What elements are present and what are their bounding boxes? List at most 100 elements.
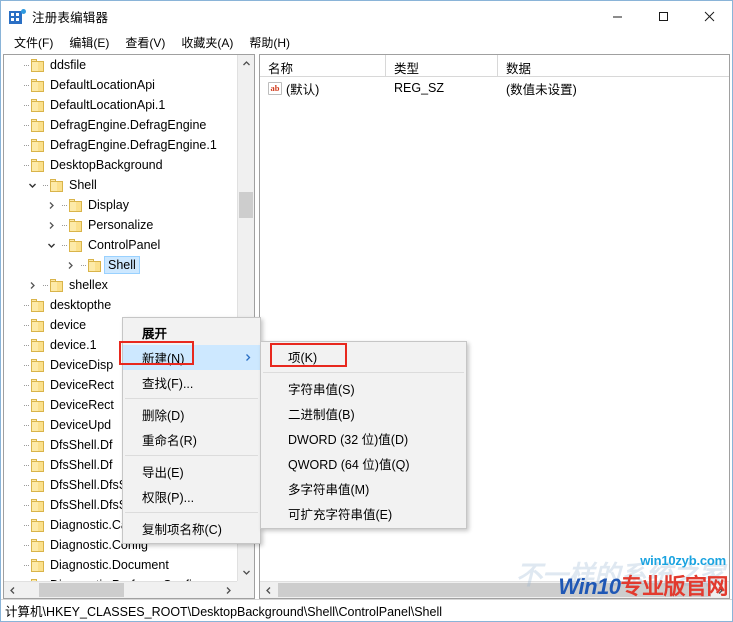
folder-icon — [31, 458, 45, 472]
context-menu-item[interactable]: 展开 — [123, 320, 260, 345]
folder-icon — [31, 318, 45, 332]
menu-edit[interactable]: 编辑(E) — [62, 32, 118, 54]
tree-item[interactable]: DefragEngine.DefragEngine — [4, 115, 237, 135]
value-row[interactable]: ab (默认) REG_SZ (数值未设置) — [260, 77, 729, 99]
values-scroll-left-arrow[interactable] — [260, 582, 277, 598]
folder-icon — [69, 198, 83, 212]
tree-item[interactable]: shellex — [4, 275, 237, 295]
tree-expander-spacer — [6, 55, 21, 75]
tree-item[interactable]: DefragEngine.DefragEngine.1 — [4, 135, 237, 155]
chevron-right-icon[interactable] — [63, 255, 78, 275]
context-menu-item[interactable]: 权限(P)... — [123, 484, 260, 509]
tree-connector — [21, 535, 31, 555]
context-menu-item[interactable]: 查找(F)... — [123, 370, 260, 395]
new-submenu[interactable]: 项(K) 字符串值(S) 二进制值(B) DWORD (32 位)值(D) QWORD … — [260, 341, 467, 529]
chevron-right-icon[interactable] — [44, 195, 59, 215]
tree-connector — [40, 175, 50, 195]
tree-item[interactable]: ddsfile — [4, 55, 237, 75]
tree-item[interactable]: Shell — [4, 175, 237, 195]
context-menu-item[interactable]: 复制项名称(C) — [123, 516, 260, 541]
menu-view[interactable]: 查看(V) — [118, 32, 174, 54]
tree-connector — [59, 195, 69, 215]
tree-connector — [21, 435, 31, 455]
tree-item-label: DfsShell.Df — [50, 438, 113, 452]
value-name-text: (默认) — [286, 82, 320, 97]
tree-horizontal-scrollbar[interactable] — [4, 581, 237, 598]
tree-connector — [21, 295, 31, 315]
main-content: ddsfile DefaultLocationApi DefaultLocation… — [1, 54, 732, 599]
menu-bar: 文件(F) 编辑(E) 查看(V) 收藏夹(A) 帮助(H) — [1, 32, 732, 54]
context-menu[interactable]: 展开新建(N) 查找(F)... 删除(D) 重命名(R) 导出(E) 权限(P)... 复… — [122, 317, 261, 544]
submenu-item[interactable]: 可扩充字符串值(E) — [261, 501, 466, 526]
minimize-button[interactable] — [594, 1, 640, 32]
close-button[interactable] — [686, 1, 732, 32]
context-menu-item[interactable]: 重命名(R) — [123, 427, 260, 452]
tree-item[interactable]: DefaultLocationApi — [4, 75, 237, 95]
submenu-item[interactable]: 多字符串值(M) — [261, 476, 466, 501]
tree-connector — [40, 275, 50, 295]
folder-icon — [31, 518, 45, 532]
menu-file[interactable]: 文件(F) — [7, 32, 62, 54]
context-menu-item[interactable]: 删除(D) — [123, 402, 260, 427]
tree-item-label: desktopthe — [50, 298, 112, 312]
values-list[interactable]: ab (默认) REG_SZ (数值未设置) — [260, 77, 729, 99]
submenu-item[interactable]: DWORD (32 位)值(D) — [261, 426, 466, 451]
chevron-right-icon[interactable] — [44, 215, 59, 235]
folder-icon — [31, 398, 45, 412]
string-value-icon: ab — [268, 81, 282, 95]
tree-scroll-left-arrow[interactable] — [4, 582, 21, 598]
tree-item-label: DefragEngine.DefragEngine — [50, 118, 207, 132]
submenu-item[interactable]: 二进制值(B) — [261, 401, 466, 426]
context-menu-item-label: 导出(E) — [142, 466, 184, 480]
submenu-item[interactable]: 项(K) — [261, 344, 466, 369]
tree-item-label: Shell — [104, 256, 140, 274]
chevron-down-icon[interactable] — [25, 175, 40, 195]
values-hscroll-thumb[interactable] — [278, 583, 711, 597]
chevron-right-icon[interactable] — [25, 275, 40, 295]
tree-item[interactable]: Shell — [4, 255, 237, 275]
value-type-cell: REG_SZ — [394, 81, 445, 95]
tree-expander-spacer — [6, 495, 21, 515]
tree-item[interactable]: Personalize — [4, 215, 237, 235]
folder-icon — [69, 238, 83, 252]
tree-item-label: DesktopBackground — [50, 158, 163, 172]
tree-item[interactable]: DesktopBackground — [4, 155, 237, 175]
tree-scroll-up-arrow[interactable] — [238, 55, 254, 72]
tree-item[interactable]: DefaultLocationApi.1 — [4, 95, 237, 115]
tree-scroll-thumb[interactable] — [239, 192, 253, 218]
tree-connector — [21, 415, 31, 435]
submenu-item[interactable]: 字符串值(S) — [261, 376, 466, 401]
context-menu-item[interactable]: 导出(E) — [123, 459, 260, 484]
folder-icon — [31, 358, 45, 372]
tree-connector — [21, 155, 31, 175]
tree-expander-spacer — [6, 135, 21, 155]
window-controls — [594, 1, 732, 32]
context-menu-item-label: 新建(N) — [142, 352, 185, 366]
tree-scroll-down-arrow[interactable] — [238, 564, 254, 581]
tree-hscroll-thumb[interactable] — [39, 583, 124, 597]
submenu-item[interactable]: QWORD (64 位)值(Q) — [261, 451, 466, 476]
values-scroll-right-arrow[interactable] — [712, 582, 729, 598]
menu-favorites[interactable]: 收藏夹(A) — [174, 32, 242, 54]
tree-connector — [21, 115, 31, 135]
tree-connector — [21, 455, 31, 475]
tree-item[interactable]: desktopthe — [4, 295, 237, 315]
tree-connector — [21, 395, 31, 415]
tree-connector — [21, 135, 31, 155]
column-header-name[interactable]: 名称 — [260, 55, 386, 77]
tree-item[interactable]: ControlPanel — [4, 235, 237, 255]
column-header-type[interactable]: 类型 — [386, 55, 498, 77]
values-horizontal-scrollbar[interactable] — [260, 581, 729, 598]
tree-item[interactable]: Display — [4, 195, 237, 215]
folder-icon — [31, 418, 45, 432]
column-header-data[interactable]: 数据 — [498, 55, 713, 77]
tree-expander-spacer — [6, 395, 21, 415]
context-menu-item[interactable]: 新建(N) — [123, 345, 260, 370]
tree-scroll-right-arrow[interactable] — [220, 582, 237, 598]
menu-help[interactable]: 帮助(H) — [242, 32, 299, 54]
tree-expander-spacer — [6, 515, 21, 535]
tree-item[interactable]: Diagnostic.Document — [4, 555, 237, 575]
chevron-down-icon[interactable] — [44, 235, 59, 255]
tree-connector — [21, 555, 31, 575]
maximize-button[interactable] — [640, 1, 686, 32]
